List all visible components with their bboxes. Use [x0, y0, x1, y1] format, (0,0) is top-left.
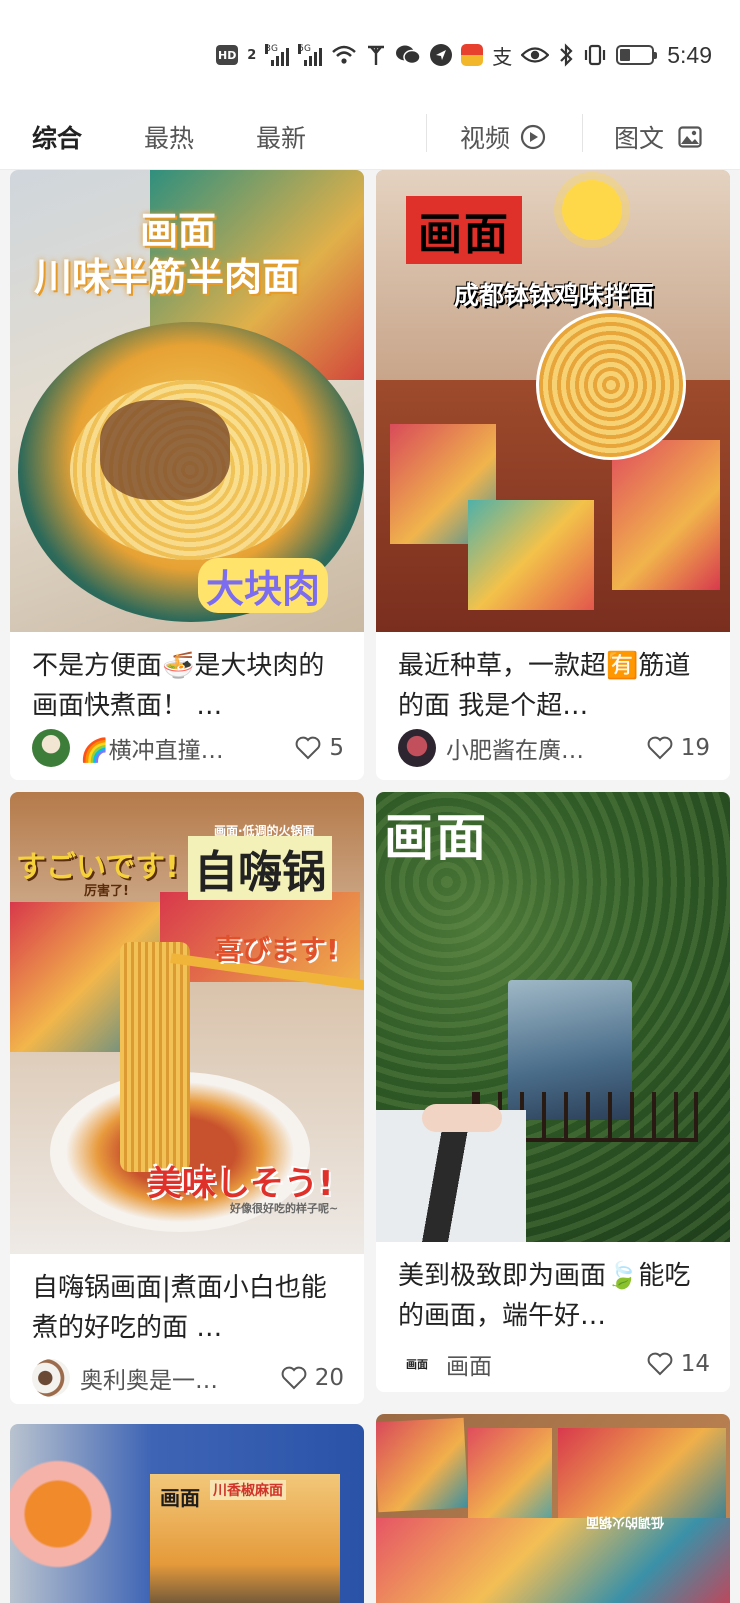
tab-label: 视频 [460, 124, 511, 153]
overlay-text: 低调的火锅面 [586, 1514, 665, 1529]
rose-flowers [10, 1424, 130, 1603]
overlay-tag: 大块肉 [198, 558, 329, 613]
post-card[interactable]: 画面 成都钵钵鸡味拌面 最近种草，一款超🈶筋道的面 我是个超… 小肥酱在廣… 1… [376, 170, 730, 780]
alipay-icon: 支 [492, 44, 513, 69]
overlay-jp2: 喜びます! [214, 933, 339, 966]
like-button[interactable]: 5 [295, 735, 344, 761]
product-box [612, 440, 720, 590]
author-name[interactable]: 小肥酱在廣… [446, 731, 616, 765]
post-meta: 画面 画面 14 [398, 1344, 710, 1384]
like-button[interactable]: 19 [647, 735, 710, 761]
signal-5g-icon: 5G [298, 44, 323, 66]
post-title: 不是方便面🍜是大块肉的画面快煮面！ … [32, 651, 325, 721]
app-notification-icon [461, 44, 484, 66]
author-name[interactable]: 🌈横冲直撞… [80, 731, 250, 765]
post-title: 最近种草，一款超🈶筋道的面 我是个超… [398, 651, 691, 721]
overlay-brand: 画面 [160, 1486, 200, 1510]
tab-divider [582, 114, 583, 152]
tab-video[interactable]: 视频 [460, 104, 546, 170]
post-card[interactable]: 画面 美到极致即为画面🍃能吃的画面，端午好… 画面 画面 14 [376, 792, 730, 1392]
post-image: 画面·低调的火锅面 すごいです! 厉害了! 自嗨锅 喜びます! 美味しそう! 好… [10, 792, 364, 1254]
heart-icon [647, 1352, 673, 1376]
beef-chunks [100, 400, 230, 500]
product-box-row [376, 1518, 730, 1603]
post-title: 自嗨锅画面|煮面小白也能煮的好吃的面 … [32, 1273, 327, 1343]
post-image: 画面 川味半筋半肉面 大块肉 [10, 170, 364, 632]
overlay-cn: 自嗨锅 [188, 836, 332, 900]
location-icon [430, 44, 453, 66]
tab-label: 图文 [614, 124, 665, 153]
avatar[interactable] [32, 1359, 70, 1397]
like-count: 20 [314, 1365, 344, 1391]
tab-label: 综合 [32, 124, 83, 153]
product-box [558, 1428, 726, 1528]
status-bar: HD 2 3G 5G 支 5:49 [0, 0, 740, 104]
image-icon [678, 126, 702, 148]
author-name[interactable]: 奥利奥是一… [80, 1361, 250, 1395]
overlay-brand: 画面 [384, 809, 488, 867]
tab-divider [426, 114, 427, 152]
product-box [468, 500, 594, 610]
hand [422, 1104, 502, 1132]
post-image: 画面 [376, 792, 730, 1242]
tab-newest[interactable]: 最新 [256, 104, 306, 170]
like-count: 5 [329, 735, 344, 761]
sun-sticker [562, 180, 622, 240]
antenna-icon [366, 42, 386, 68]
tab-image-text[interactable]: 图文 [614, 104, 702, 170]
post-image: 画面 川香椒麻面 [10, 1424, 364, 1603]
post-card[interactable]: 画面 川味半筋半肉面 大块肉 不是方便面🍜是大块肉的画面快煮面！ … 🌈横冲直撞… [10, 170, 364, 780]
tab-label: 最热 [144, 124, 195, 153]
like-count: 14 [680, 1351, 710, 1377]
post-card[interactable]: 画面·低调的火锅面 すごいです! 厉害了! 自嗨锅 喜びます! 美味しそう! 好… [10, 792, 364, 1404]
hd-icon: HD [216, 45, 239, 65]
lifted-noodles [120, 942, 190, 1172]
tab-label: 最新 [256, 124, 307, 153]
post-title: 美到极致即为画面🍃能吃的画面，端午好… [398, 1261, 691, 1331]
eye-icon [521, 42, 550, 68]
post-meta: 奥利奥是一… 20 [32, 1358, 344, 1398]
post-image: 低调的火锅面 [376, 1414, 730, 1603]
bluetooth-icon [558, 42, 574, 68]
product-box [468, 1428, 552, 1524]
post-image: 画面 成都钵钵鸡味拌面 [376, 170, 730, 632]
noodle-circle [536, 310, 686, 460]
like-button[interactable]: 14 [647, 1351, 710, 1377]
heart-icon [281, 1366, 307, 1390]
avatar[interactable] [398, 729, 436, 767]
battery-icon [616, 45, 658, 65]
post-meta: 🌈横冲直撞… 5 [32, 728, 344, 768]
heart-icon [295, 736, 321, 760]
post-feed: 画面 川味半筋半肉面 大块肉 不是方便面🍜是大块肉的画面快煮面！ … 🌈横冲直撞… [0, 170, 740, 1603]
wifi-icon [331, 42, 357, 68]
overlay-jp1-sub: 厉害了! [84, 884, 129, 899]
tab-comprehensive[interactable]: 综合 [32, 104, 82, 170]
like-count: 19 [680, 735, 710, 761]
overlay-brand: 画面 [406, 196, 522, 264]
like-button[interactable]: 20 [281, 1365, 344, 1391]
play-circle-icon [520, 124, 546, 150]
signal-3g-icon: 3G [265, 44, 290, 66]
tab-hottest[interactable]: 最热 [144, 104, 194, 170]
overlay-title: 川味半筋半肉面 [34, 255, 301, 299]
heart-icon [647, 736, 673, 760]
clock: 5:49 [667, 41, 712, 68]
post-meta: 小肥酱在廣… 19 [398, 728, 710, 768]
avatar[interactable] [32, 729, 70, 767]
author-name[interactable]: 画面 [446, 1347, 616, 1381]
brand-logo[interactable]: 画面 [398, 1345, 436, 1383]
product-box [376, 1417, 469, 1513]
overlay-title: 成都钵钵鸡味拌面 [454, 281, 655, 310]
post-card[interactable]: 画面 川香椒麻面 [10, 1424, 364, 1603]
wechat-icon [395, 42, 421, 68]
post-card[interactable]: 低调的火锅面 [376, 1414, 730, 1603]
filter-tab-bar: 综合 最热 最新 视频 图文 [0, 104, 740, 170]
status-icons: HD 2 3G 5G 支 5:49 [216, 40, 712, 70]
overlay-caption: 好像很好吃的样子呢~ [230, 1202, 339, 1215]
overlay-title: 川香椒麻面 [210, 1480, 286, 1500]
overlay-jp3: 美味しそう! [148, 1164, 334, 1204]
vibrate-icon [583, 42, 607, 68]
sim-2-icon: 2 [247, 47, 257, 63]
